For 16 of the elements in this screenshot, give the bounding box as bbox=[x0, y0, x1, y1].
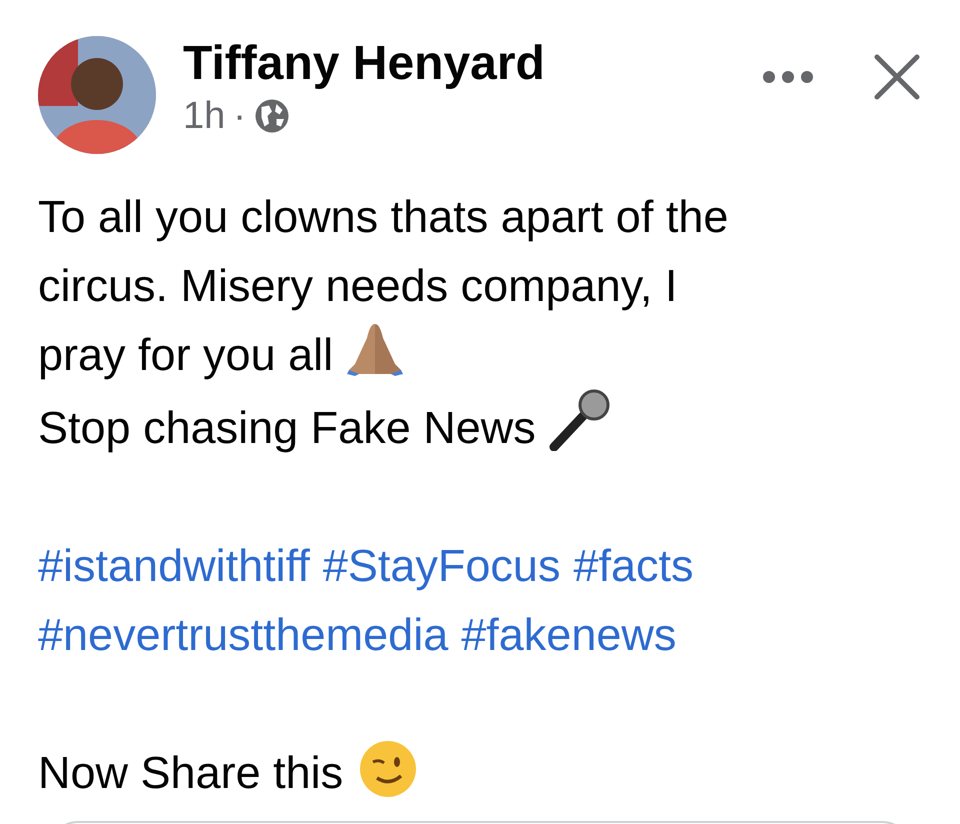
post-time[interactable]: 1h bbox=[183, 92, 226, 140]
globe-icon bbox=[254, 98, 290, 134]
close-icon[interactable] bbox=[874, 54, 920, 100]
hashtag-link[interactable]: #fakenews bbox=[461, 600, 676, 669]
closing-text: Now Share this bbox=[38, 738, 922, 807]
hashtag-link[interactable]: #facts bbox=[573, 531, 694, 600]
hashtag-link[interactable]: #StayFocus bbox=[322, 531, 560, 600]
more-options-icon[interactable] bbox=[762, 70, 814, 84]
winking-face-icon bbox=[359, 740, 418, 798]
separator: · bbox=[233, 94, 246, 139]
post-text: To all you clowns thats apart of the circus. Misery needs company, I pray for you all bbox=[38, 190, 730, 382]
post-text: Stop chasing Fake News bbox=[38, 389, 922, 462]
hashtag-link[interactable]: #istandwithtiff bbox=[38, 531, 310, 600]
microphone-icon bbox=[548, 389, 612, 451]
hashtag-link[interactable]: #nevertrustthemedia bbox=[38, 600, 448, 669]
author-name[interactable]: Tiffany Henyard bbox=[183, 36, 545, 92]
